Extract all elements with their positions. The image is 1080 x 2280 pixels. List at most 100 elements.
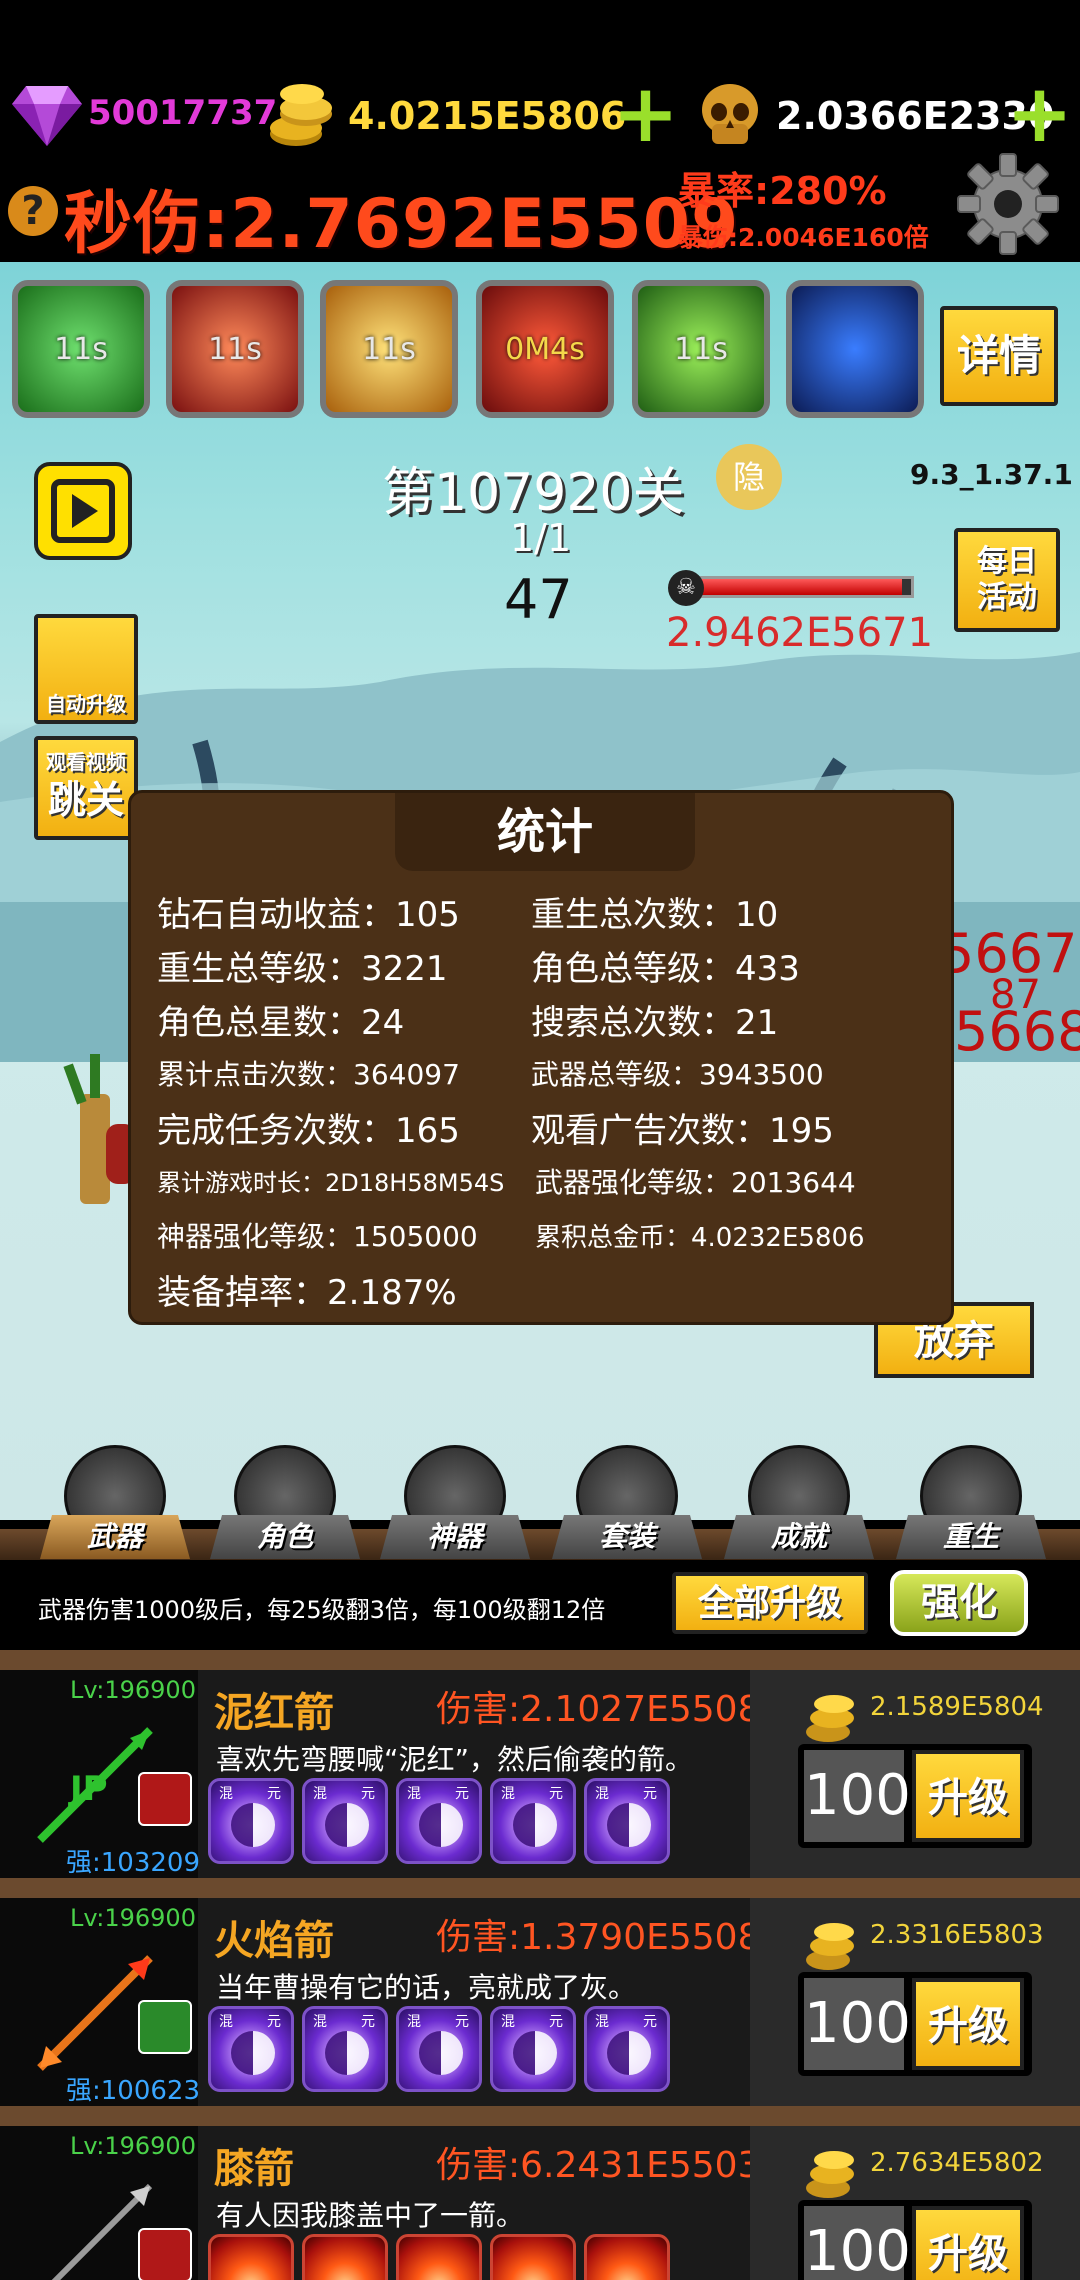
skill-slot-4[interactable]: 0M4s: [476, 280, 614, 418]
flame-rune-icon[interactable]: [584, 2234, 670, 2280]
rune-slots: 混元 混元 混元 混元 混元: [208, 1778, 670, 1864]
help-icon[interactable]: ?: [8, 186, 58, 236]
statistics-title: 统计: [395, 793, 695, 871]
yin-yang-rune-icon[interactable]: 混元: [396, 2006, 482, 2092]
upgrade-shop: 2.3316E5803 100 升级: [750, 1898, 1080, 2106]
tab-artifacts[interactable]: 神器: [380, 1445, 530, 1560]
rune-tag: 混: [501, 2014, 515, 2030]
yin-yang-rune-icon[interactable]: 混元: [490, 1778, 576, 1864]
rune-tag: 元: [455, 2014, 469, 2030]
flame-rune-icon[interactable]: [396, 2234, 482, 2280]
add-gold-button[interactable]: +: [612, 74, 679, 154]
soul-counter: 2.0366E2330: [694, 80, 1054, 152]
boss-hp-value: 2.9462E5671: [666, 610, 934, 656]
daily-label-2: 活动: [977, 580, 1037, 615]
details-button[interactable]: 详情: [940, 306, 1058, 406]
statistics-panel: 统计 钻石自动收益：105 重生总次数：10 重生总等级：3221 角色总等级：…: [128, 790, 954, 1325]
yin-yang-rune-icon[interactable]: 混元: [208, 1778, 294, 1864]
wave-counter: 1/1: [510, 516, 572, 560]
svg-text:JP: JP: [68, 1769, 108, 1809]
flame-rune-icon[interactable]: [490, 2234, 576, 2280]
daily-label-1: 每日: [977, 544, 1037, 579]
dps-value: 2.7692E5509: [230, 185, 740, 264]
daily-activity-button[interactable]: 每日 活动: [954, 528, 1060, 632]
upgrade-button[interactable]: 升级: [912, 1750, 1024, 1842]
yin-yang-rune-icon[interactable]: 混元: [490, 2006, 576, 2092]
stat-item: 角色总星数：24: [157, 1003, 405, 1043]
flame-rune-icon[interactable]: [208, 2234, 294, 2280]
rune-tag: 混: [595, 1786, 609, 1802]
upgrade-button[interactable]: 升级: [912, 1978, 1024, 2070]
tab-label: 神器: [380, 1515, 530, 1559]
stat-item: 搜索总次数：21: [531, 1003, 779, 1043]
play-icon: [51, 479, 115, 543]
skill-slot-3[interactable]: 11s: [320, 280, 458, 418]
rune-tag: 混: [595, 2014, 609, 2030]
version-label: 9.3_1.37.1: [910, 458, 1073, 491]
gold-value: 4.0215E5806: [348, 94, 627, 138]
upgrade-all-button[interactable]: 全部升级: [672, 1572, 868, 1634]
skip-level-button[interactable]: 观看视频 跳关: [34, 736, 138, 840]
skull-icon: ☠: [668, 570, 704, 606]
skill-slot-6[interactable]: [786, 280, 924, 418]
auto-upgrade-button[interactable]: 自动升级: [34, 614, 138, 724]
yin-yang-rune-icon[interactable]: 混元: [302, 2006, 388, 2092]
rune-tag: 元: [361, 1786, 375, 1802]
hide-button[interactable]: 隐: [716, 444, 782, 510]
gold-coins-icon: [806, 1923, 854, 1970]
upgrade-price: 2.7634E5802: [870, 2148, 1044, 2178]
skill-slot-1[interactable]: 11s: [12, 280, 150, 418]
upgrade-quantity[interactable]: 100: [804, 2206, 911, 2280]
weapon-thumbnail: JP Lv:196900 强:103209: [0, 1670, 200, 1878]
tab-rebirth[interactable]: 重生: [896, 1445, 1046, 1560]
upgrade-button[interactable]: 升级: [912, 2206, 1024, 2280]
stat-item: 角色总等级：433: [531, 949, 800, 989]
rune-tag: 混: [219, 2014, 233, 2030]
damage-label: 伤害:: [436, 1689, 521, 1730]
weapon-row: JP Lv:196900 强:103209 泥红箭 伤害:2.1027E5508…: [0, 1670, 1080, 1878]
rune-tag: 混: [501, 1786, 515, 1802]
skill-timer: 11s: [208, 331, 262, 367]
upgrade-shop: 2.7634E5802 100 升级: [750, 2126, 1080, 2280]
tab-achievements[interactable]: 成就: [724, 1445, 874, 1560]
damage-label: 伤害:: [436, 1917, 521, 1958]
skill-timer: 11s: [674, 331, 728, 367]
stat-item: 钻石自动收益：105: [157, 895, 460, 935]
yin-yang-rune-icon[interactable]: 混元: [208, 2006, 294, 2092]
tab-weapons[interactable]: 武器: [40, 1445, 190, 1560]
upgrade-quantity[interactable]: 100: [804, 1978, 911, 2070]
skill-timer: 11s: [54, 331, 108, 367]
enhance-button[interactable]: 强化: [890, 1570, 1028, 1636]
yin-yang-rune-icon[interactable]: 混元: [396, 1778, 482, 1864]
dps-label: 秒伤:: [64, 185, 231, 264]
rune-tag: 元: [267, 1786, 281, 1802]
upgrade-shop: 2.1589E5804 100 升级: [750, 1670, 1080, 1878]
yin-yang-rune-icon[interactable]: 混元: [584, 1778, 670, 1864]
tab-label: 成就: [724, 1515, 874, 1559]
weapon-thumbnail: Lv:196900 强:100623: [0, 1898, 201, 2106]
skill-timer: 11s: [362, 331, 416, 367]
tab-characters[interactable]: 角色: [210, 1445, 360, 1560]
stat-item: 观看广告次数：195: [531, 1111, 834, 1151]
weapon-description: 有人因我膝盖中了一箭。: [216, 2199, 525, 2232]
rune-tag: 混: [407, 1786, 421, 1802]
yin-yang-rune-icon[interactable]: 混元: [302, 1778, 388, 1864]
damage-number: 5668: [954, 1000, 1080, 1063]
add-soul-button[interactable]: +: [1006, 74, 1073, 154]
settings-gear-icon[interactable]: [954, 150, 1062, 258]
yin-yang-rune-icon[interactable]: 混元: [584, 2006, 670, 2092]
skill-slot-5[interactable]: 11s: [632, 280, 770, 418]
stat-item: 重生总等级：3221: [157, 949, 448, 989]
tab-sets[interactable]: 套装: [552, 1445, 702, 1560]
weapon-rule-text: 武器伤害1000级后，每25级翻3倍，每100级翻12倍: [38, 1596, 606, 1624]
rune-tag: 元: [549, 1786, 563, 1802]
row-divider: [0, 1878, 1080, 1898]
skill-slot-2[interactable]: 11s: [166, 280, 304, 418]
weapon-enhance-level: 强:100623: [66, 2076, 201, 2106]
play-button[interactable]: [34, 462, 132, 560]
flame-rune-icon[interactable]: [302, 2234, 388, 2280]
boss-hp-bar: ☠: [668, 570, 918, 606]
dps-display: 秒伤:2.7692E5509: [64, 168, 739, 267]
upgrade-quantity[interactable]: 100: [804, 1750, 911, 1842]
gourd-icon: [138, 1772, 192, 1826]
